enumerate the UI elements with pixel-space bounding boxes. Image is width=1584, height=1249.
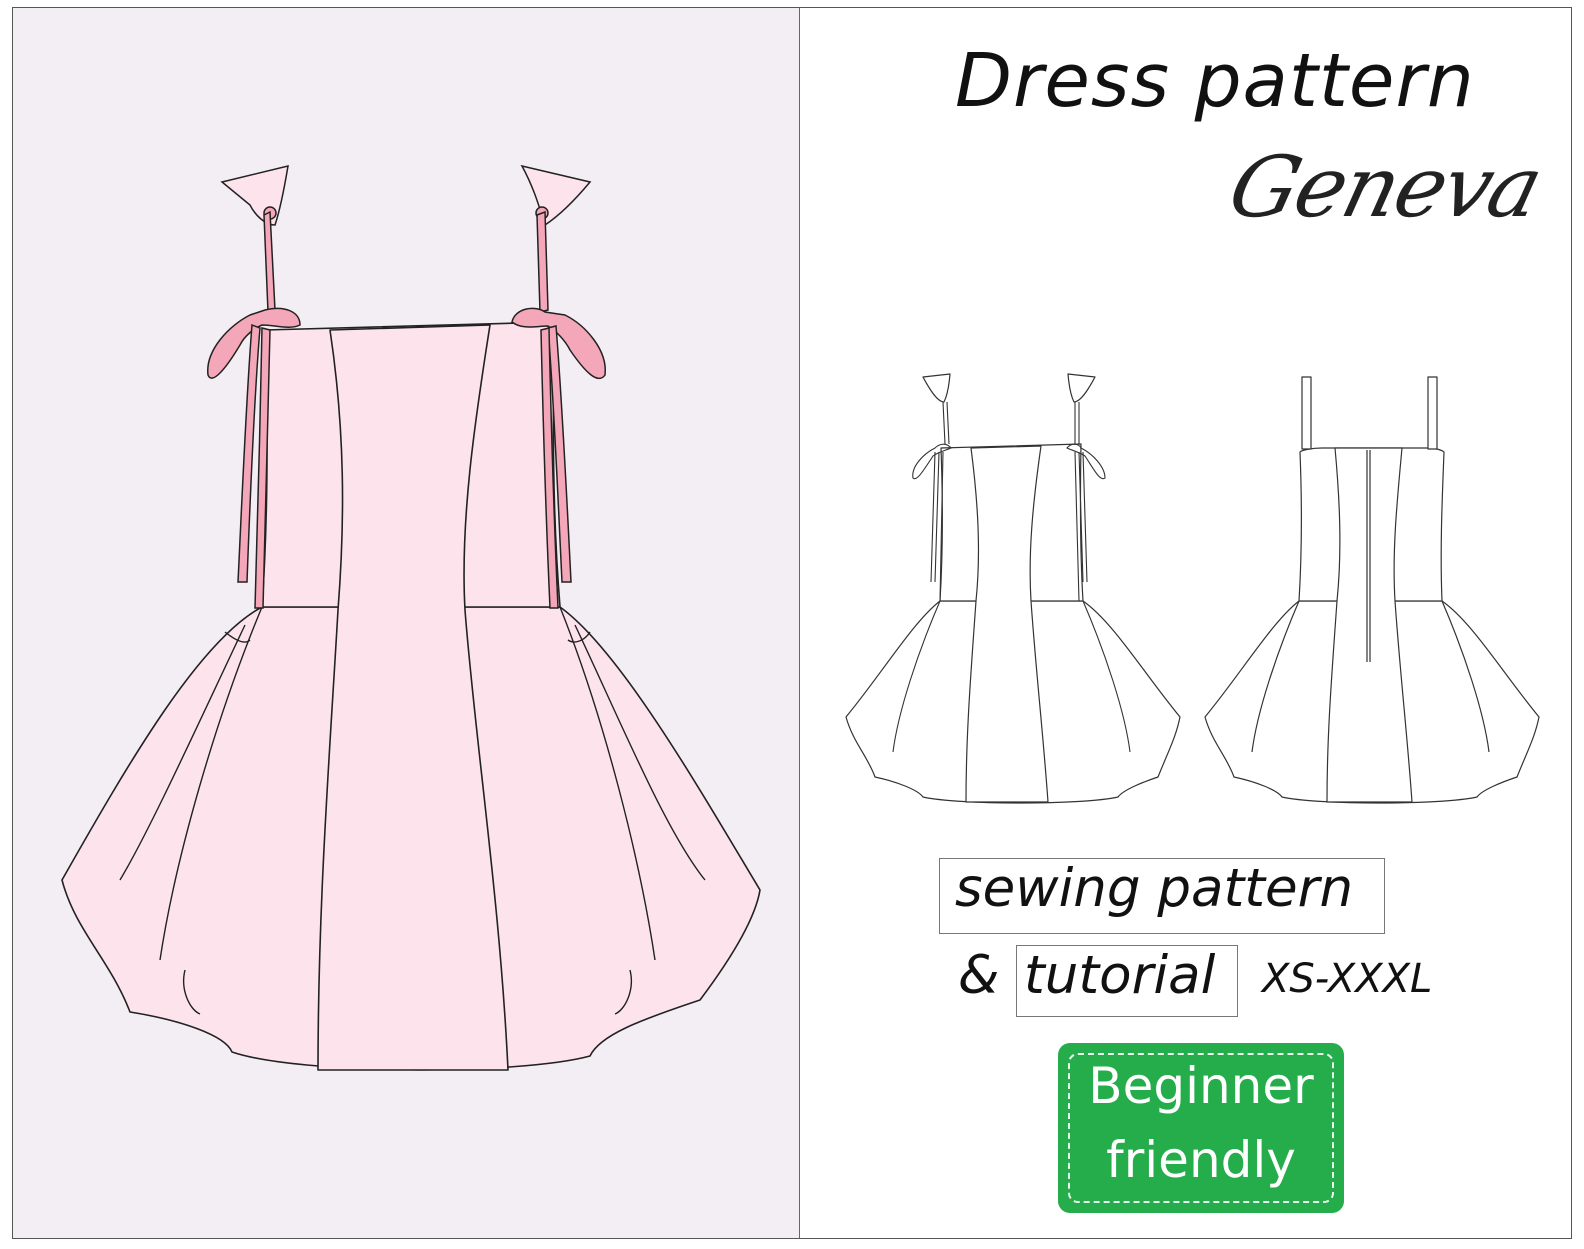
back-flat-sketch [1204, 376, 1540, 804]
badge-line-2: friendly [1106, 1131, 1296, 1189]
size-range: XS-XXXL [1262, 956, 1433, 1002]
tutorial-label: tutorial [1024, 945, 1216, 1006]
right-strap [536, 210, 549, 313]
left-strap [263, 210, 276, 313]
page-title: Dress pattern [955, 38, 1475, 124]
beginner-badge: Beginner friendly [1058, 1043, 1344, 1213]
right-strap-tab [520, 164, 592, 227]
ampersand: & [958, 945, 1000, 1006]
left-strap-tab [220, 165, 289, 226]
pattern-name: Geneva [1219, 138, 1551, 236]
pink-dress-illustration [61, 164, 761, 1071]
sewing-label: sewing pattern [955, 858, 1354, 919]
badge-line-1: Beginner [1088, 1057, 1314, 1115]
front-flat-sketch [845, 373, 1181, 804]
